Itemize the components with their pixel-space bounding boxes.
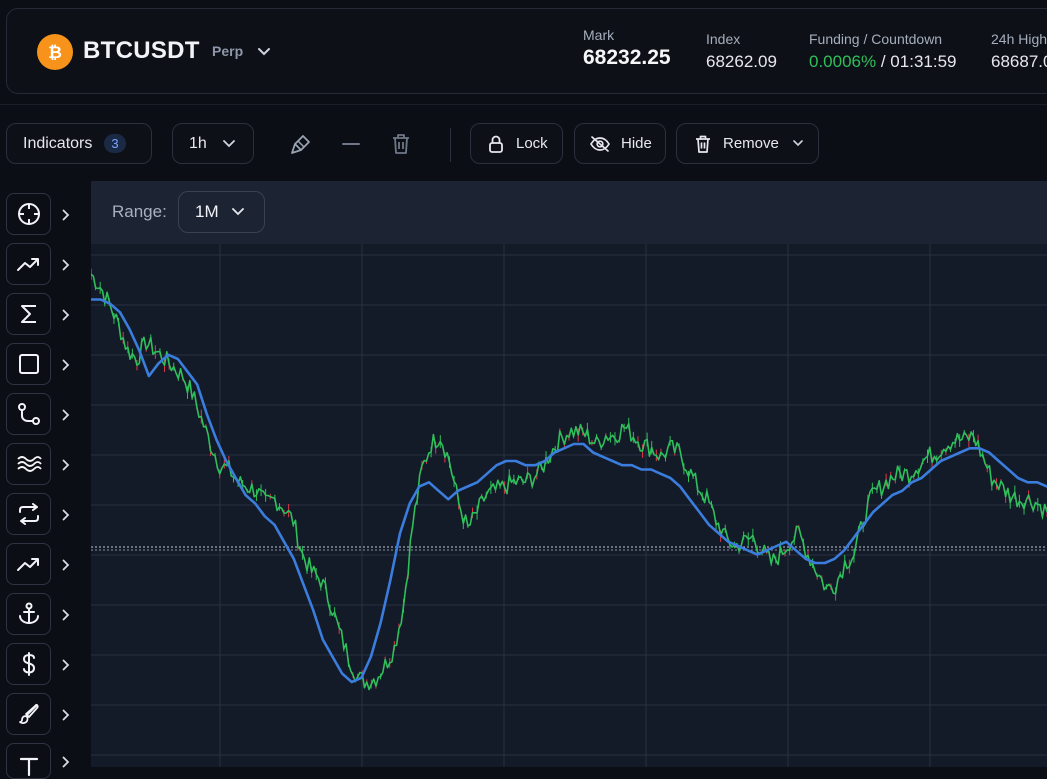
contract-type: Perp [212,43,244,59]
eye-off-icon [589,135,611,153]
chevron-right-icon[interactable] [62,258,72,272]
range-value: 1M [195,202,219,221]
rectangle-icon [18,353,40,375]
trash-icon[interactable] [387,130,415,158]
index-label: Index [706,31,741,47]
text-icon [18,755,40,777]
chevron-right-icon[interactable] [62,358,72,372]
symbol-name[interactable]: BTCUSDT [83,37,200,65]
chevron-right-icon[interactable] [62,208,72,222]
remove-button[interactable]: Remove [676,123,819,164]
hide-button[interactable]: Hide [574,123,666,164]
index-value: 68262.09 [706,52,777,71]
drawing-tools-sidebar [0,181,91,779]
interval-select[interactable]: 1h [172,123,254,164]
interval-value: 1h [189,134,207,152]
chart-area[interactable]: Range: 1M [91,181,1047,767]
chevron-down-icon [222,139,235,148]
indicators-count-badge: 3 [104,134,126,153]
chevron-down-icon[interactable] [257,44,271,62]
indicators-button[interactable]: Indicators 3 [6,123,152,164]
waves-tool[interactable] [6,443,51,485]
chevron-down-icon [793,140,803,147]
chevron-right-icon[interactable] [62,658,72,672]
price-tool[interactable] [6,643,51,685]
sigma-tool[interactable] [6,293,51,335]
brush-icon [17,702,41,726]
chevron-right-icon[interactable] [62,558,72,572]
toolbar-divider [450,128,451,162]
text-tool[interactable] [6,743,51,779]
chevron-right-icon[interactable] [62,708,72,722]
sigma-icon [19,303,39,325]
path-tool[interactable] [6,393,51,435]
lock-label: Lock [516,135,548,152]
trend-line-icon [16,254,42,274]
indicators-label: Indicators [23,134,93,152]
funding-rate-value: 0.0006% [809,52,877,71]
minus-icon[interactable] [338,130,364,158]
waves-icon [16,454,42,474]
funding-rate: Funding / Countdown 0.0006% / 01:31:59 [809,31,956,72]
mark-value: 68232.25 [583,46,671,69]
chart-grid [91,244,1047,767]
index-price: Index 68262.09 [706,31,777,72]
funding-label: Funding / Countdown [809,31,943,47]
lock-icon [487,134,505,154]
high-value: 68687.0 [991,52,1047,71]
hide-label: Hide [621,135,652,152]
moving-average-line [91,298,1047,684]
funding-countdown: / 01:31:59 [880,52,957,71]
bitcoin-icon: ₿ [37,34,73,70]
chart-toolbar: Indicators 3 1h Lock Hide Remove [0,104,1047,180]
range-label: Range: [112,202,167,221]
trend-up-tool[interactable] [6,543,51,585]
trend-up-icon [16,554,42,574]
chevron-right-icon[interactable] [62,408,72,422]
swap-tool[interactable] [6,493,51,535]
range-bar: Range: 1M [91,181,1047,244]
mark-price: Mark 68232.25 [583,27,671,70]
chevron-right-icon[interactable] [62,508,72,522]
swap-icon [17,503,41,525]
trend-line-tool[interactable] [6,243,51,285]
trash-icon [694,134,712,154]
chevron-right-icon[interactable] [62,458,72,472]
anchor-icon [17,602,41,626]
high-24h: 24h High 68687.0 [991,31,1047,72]
anchor-tool[interactable] [6,593,51,635]
market-header: ₿ BTCUSDT Perp Mark 68232.25 Index 68262… [6,8,1047,94]
crosshair-tool[interactable] [6,193,51,235]
chevron-down-icon [231,208,244,216]
chevron-right-icon[interactable] [62,308,72,322]
brush-icon[interactable] [286,130,316,158]
svg-text:₿: ₿ [48,43,62,62]
dollar-icon [20,651,38,677]
chevron-right-icon[interactable] [62,608,72,622]
range-select[interactable]: 1M [178,191,265,233]
brush-tool[interactable] [6,693,51,735]
crosshair-icon [16,201,42,227]
mark-label: Mark [583,27,615,43]
remove-label: Remove [723,135,779,152]
high-label: 24h High [991,31,1047,47]
price-chart[interactable] [91,244,1047,767]
path-icon [17,402,41,426]
rectangle-tool[interactable] [6,343,51,385]
price-line [91,273,1047,691]
lock-button[interactable]: Lock [470,123,563,164]
